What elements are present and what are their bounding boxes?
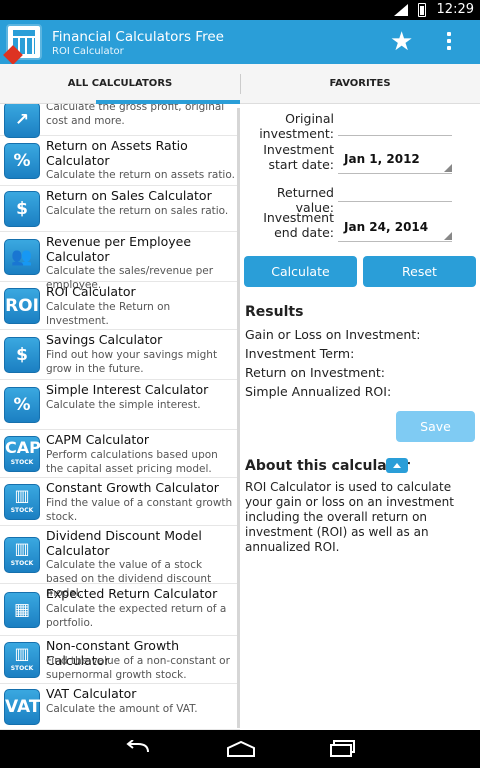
calculator-description: Calculate the Return on Investment.: [46, 301, 171, 327]
start-date-picker[interactable]: Jan 1, 2012: [338, 148, 452, 174]
calculator-list-item[interactable]: % Return on Assets Ratio Calculator Calcul…: [0, 136, 240, 186]
calculator-list: ↗ Calculate the gross profit, original co…: [0, 104, 240, 730]
action-bar: Financial Calculators Free ROI Calculato…: [0, 20, 480, 65]
signal-icon: [394, 4, 408, 16]
calculator-list-item[interactable]: VAT VAT Calculator Calculate the amount of…: [0, 684, 240, 730]
percent-icon: %: [4, 143, 40, 179]
save-button[interactable]: Save: [396, 411, 475, 442]
calculator-description: Calculate the expected return of a portf…: [46, 603, 227, 629]
calculator-list-item[interactable]: 👥 Revenue per Employee Calculator Calculat…: [0, 232, 240, 291]
collapse-up-icon[interactable]: [386, 458, 408, 473]
calculator-description: Find the value of a non-constant or supe…: [46, 655, 230, 681]
calculator-description: Find the value of a constant growth stoc…: [46, 497, 233, 523]
calculator-list-item[interactable]: CAPM STOCK CAPM Calculator Perform calculat…: [0, 430, 240, 478]
home-icon[interactable]: [226, 740, 256, 758]
calculator-title: Expected Return Calculator: [46, 586, 218, 601]
calculator-title: Savings Calculator: [46, 332, 163, 347]
people-icon: 👥: [4, 239, 40, 275]
calculator-description: Calculate the amount of VAT.: [46, 703, 198, 715]
results-heading: Results: [245, 304, 304, 320]
calculator-list-item[interactable]: ▥ STOCK Non-constant Growth Calculator Find…: [0, 636, 240, 684]
capm-stock-icon: CAPM STOCK: [4, 436, 57, 472]
stock-chart-icon: ▥ STOCK: [4, 537, 40, 573]
app-logo-icon: [3, 24, 42, 65]
original-investment-label: Original investment:: [259, 111, 334, 141]
calculator-title: VAT Calculator: [46, 686, 137, 701]
end-date-label: Investment end date:: [263, 210, 334, 240]
calculator-title: CAPM Calculator: [46, 432, 150, 447]
calculator-list-item[interactable]: % Simple Interest Calculator Calculate the…: [0, 380, 240, 430]
calculator-description: Find out how your savings might grow in …: [46, 349, 218, 375]
reset-button[interactable]: Reset: [363, 256, 476, 287]
calculator-title: Simple Interest Calculator: [46, 382, 209, 397]
money-bags-icon: $: [4, 191, 40, 227]
calculator-list-item[interactable]: $ Return on Sales Calculator Calculate the…: [0, 186, 240, 232]
calculator-icon: ▦: [4, 592, 40, 628]
trend-up-icon: ↗: [4, 104, 40, 138]
navigation-bar: [0, 730, 480, 768]
recents-icon[interactable]: [329, 740, 357, 758]
calculator-title: Return on Sales Calculator: [46, 188, 212, 203]
annualized-roi-label: Simple Annualized ROI:: [245, 384, 392, 399]
piggy-bank-icon: $: [4, 337, 40, 373]
returned-value-input[interactable]: [338, 184, 452, 202]
investment-term-label: Investment Term:: [245, 346, 355, 361]
percent-badge-icon: %: [4, 387, 40, 423]
return-on-investment-label: Return on Investment:: [245, 365, 386, 380]
calculator-description: Calculate the return on sales ratio.: [46, 205, 229, 217]
original-investment-input[interactable]: [338, 118, 452, 136]
start-date-label: Investment start date:: [263, 142, 334, 172]
roi-icon: ROI: [4, 288, 40, 324]
overflow-menu-icon[interactable]: [446, 32, 452, 54]
back-icon[interactable]: [124, 740, 152, 758]
calculator-list-item[interactable]: ▥ STOCK Constant Growth Calculator Find the…: [0, 478, 240, 526]
gain-loss-label: Gain or Loss on Investment:: [245, 327, 421, 342]
stock-chart-icon: ▥ STOCK: [4, 484, 40, 520]
calculator-list-item[interactable]: ▦ Expected Return Calculator Calculate the…: [0, 584, 240, 636]
tab-bar: ALL CALCULATORS FAVORITES: [0, 64, 480, 104]
calculator-list-item[interactable]: ▥ STOCK Dividend Discount Model Calculator…: [0, 526, 240, 599]
calculator-title: ROI Calculator: [46, 284, 136, 299]
tab-all-calculators[interactable]: ALL CALCULATORS: [0, 64, 240, 104]
star-icon[interactable]: ★: [390, 27, 413, 57]
calculator-description: Calculate the simple interest.: [46, 399, 201, 411]
calculator-title: Return on Assets Ratio Calculator: [46, 138, 188, 168]
calculator-description: Calculate the gross profit, original cos…: [46, 104, 225, 127]
calculator-title: Revenue per Employee Calculator: [46, 234, 192, 264]
battery-icon: [418, 3, 426, 17]
roi-calculator-panel: Original investment: Investment start da…: [240, 104, 480, 730]
app-title: Financial Calculators Free: [52, 29, 224, 45]
calculator-description: Calculate the return on assets ratio.: [46, 169, 235, 181]
app-subtitle: ROI Calculator: [52, 46, 124, 57]
about-text: ROI Calculator is used to calculate your…: [245, 480, 454, 554]
end-date-picker[interactable]: Jan 24, 2014: [338, 216, 452, 242]
calculator-list-item[interactable]: ROI ROI Calculator Calculate the Return on…: [0, 282, 240, 330]
calculator-list-item[interactable]: $ Savings Calculator Find out how your sav…: [0, 330, 240, 380]
tab-favorites[interactable]: FAVORITES: [240, 64, 480, 104]
calculate-button[interactable]: Calculate: [244, 256, 357, 287]
calculator-title: Constant Growth Calculator: [46, 480, 219, 495]
calculator-title: Dividend Discount Model Calculator: [46, 528, 202, 558]
clock: 12:29: [436, 2, 474, 17]
status-bar: 12:29: [0, 0, 480, 20]
calculator-description: Perform calculations based upon the capi…: [46, 449, 218, 475]
vat-icon: VAT: [4, 689, 40, 725]
calculator-list-item[interactable]: ↗ Calculate the gross profit, original co…: [0, 104, 240, 138]
stock-chart-icon: ▥ STOCK: [4, 642, 40, 678]
